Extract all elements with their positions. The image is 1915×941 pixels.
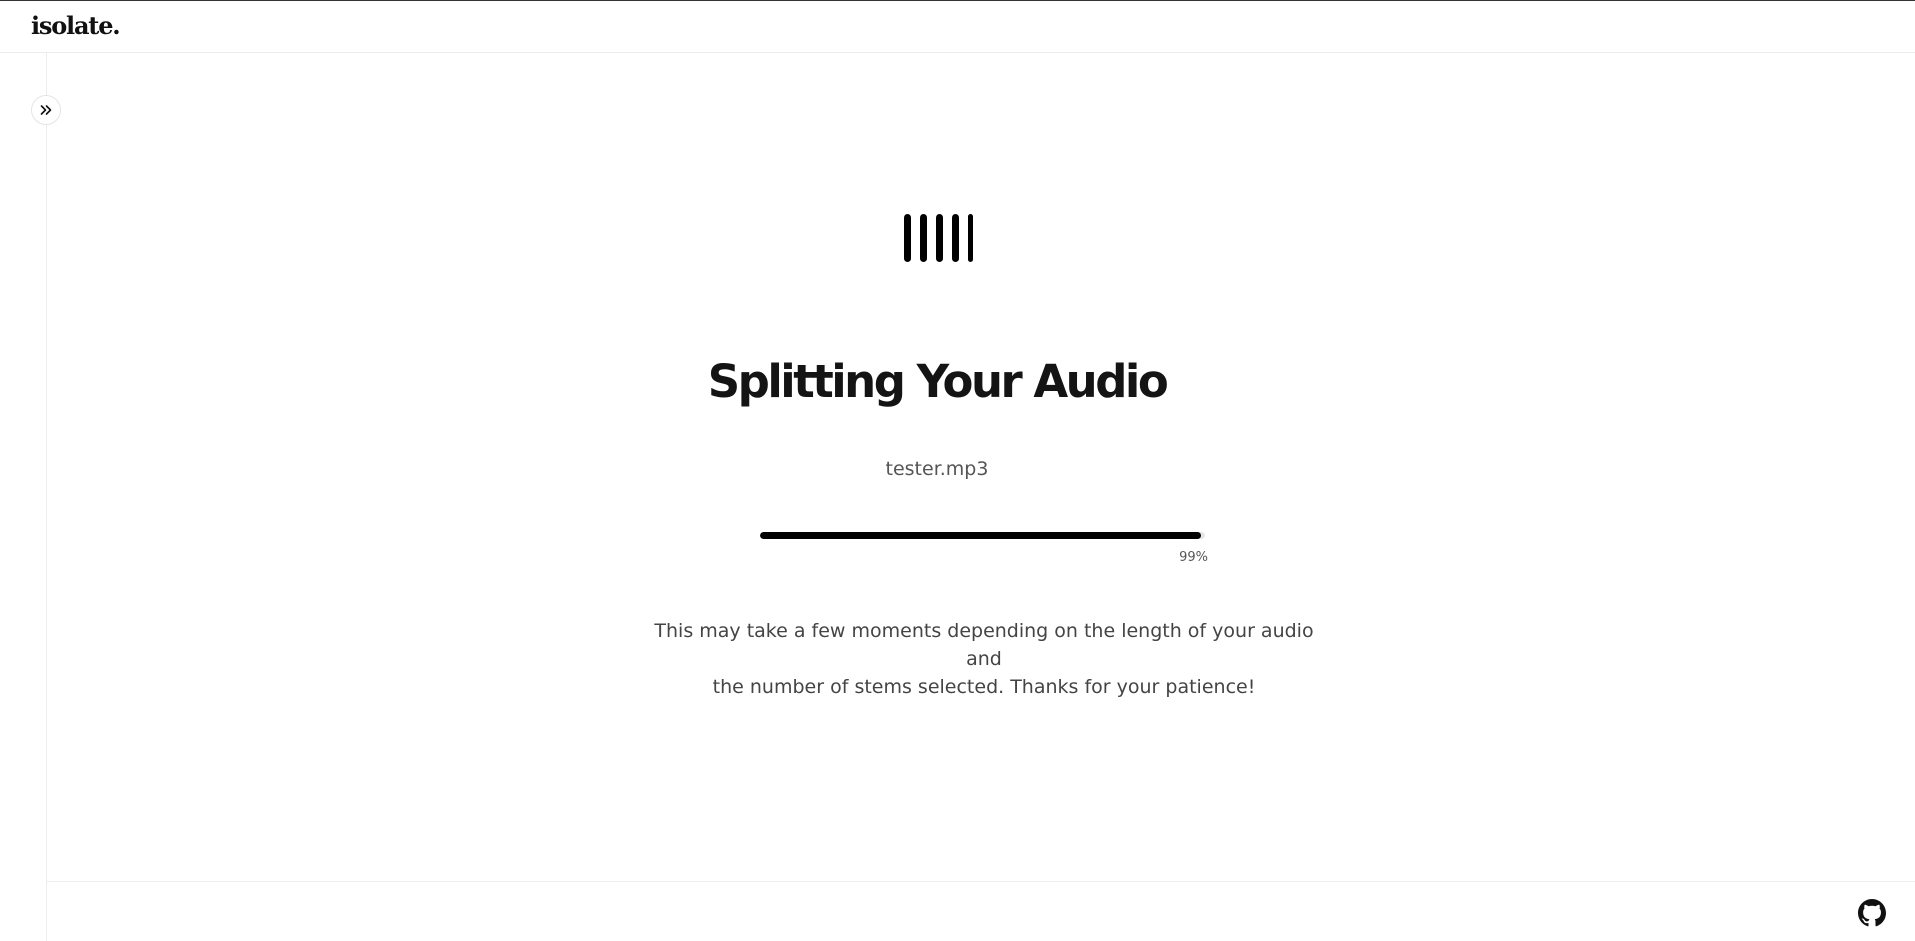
progress-bar-fill: [760, 532, 1201, 539]
processing-message-line-1: This may take a few moments depending on…: [654, 620, 1314, 670]
github-icon: [1858, 899, 1886, 927]
progress-bar: [760, 532, 1205, 539]
app-header: isolate.: [0, 1, 1915, 53]
audio-stems-icon: [904, 214, 973, 262]
page-title: Splitting Your Audio: [707, 355, 1169, 408]
processing-message-line-2: the number of stems selected. Thanks for…: [712, 676, 1256, 698]
progress-percentage: 99%: [1179, 550, 1208, 565]
processing-message: This may take a few moments depending on…: [640, 617, 1328, 701]
github-link[interactable]: [1858, 899, 1886, 927]
file-name: tester.mp3: [885, 458, 989, 480]
app-footer: [47, 881, 1915, 941]
app-logo[interactable]: isolate.: [31, 11, 121, 40]
